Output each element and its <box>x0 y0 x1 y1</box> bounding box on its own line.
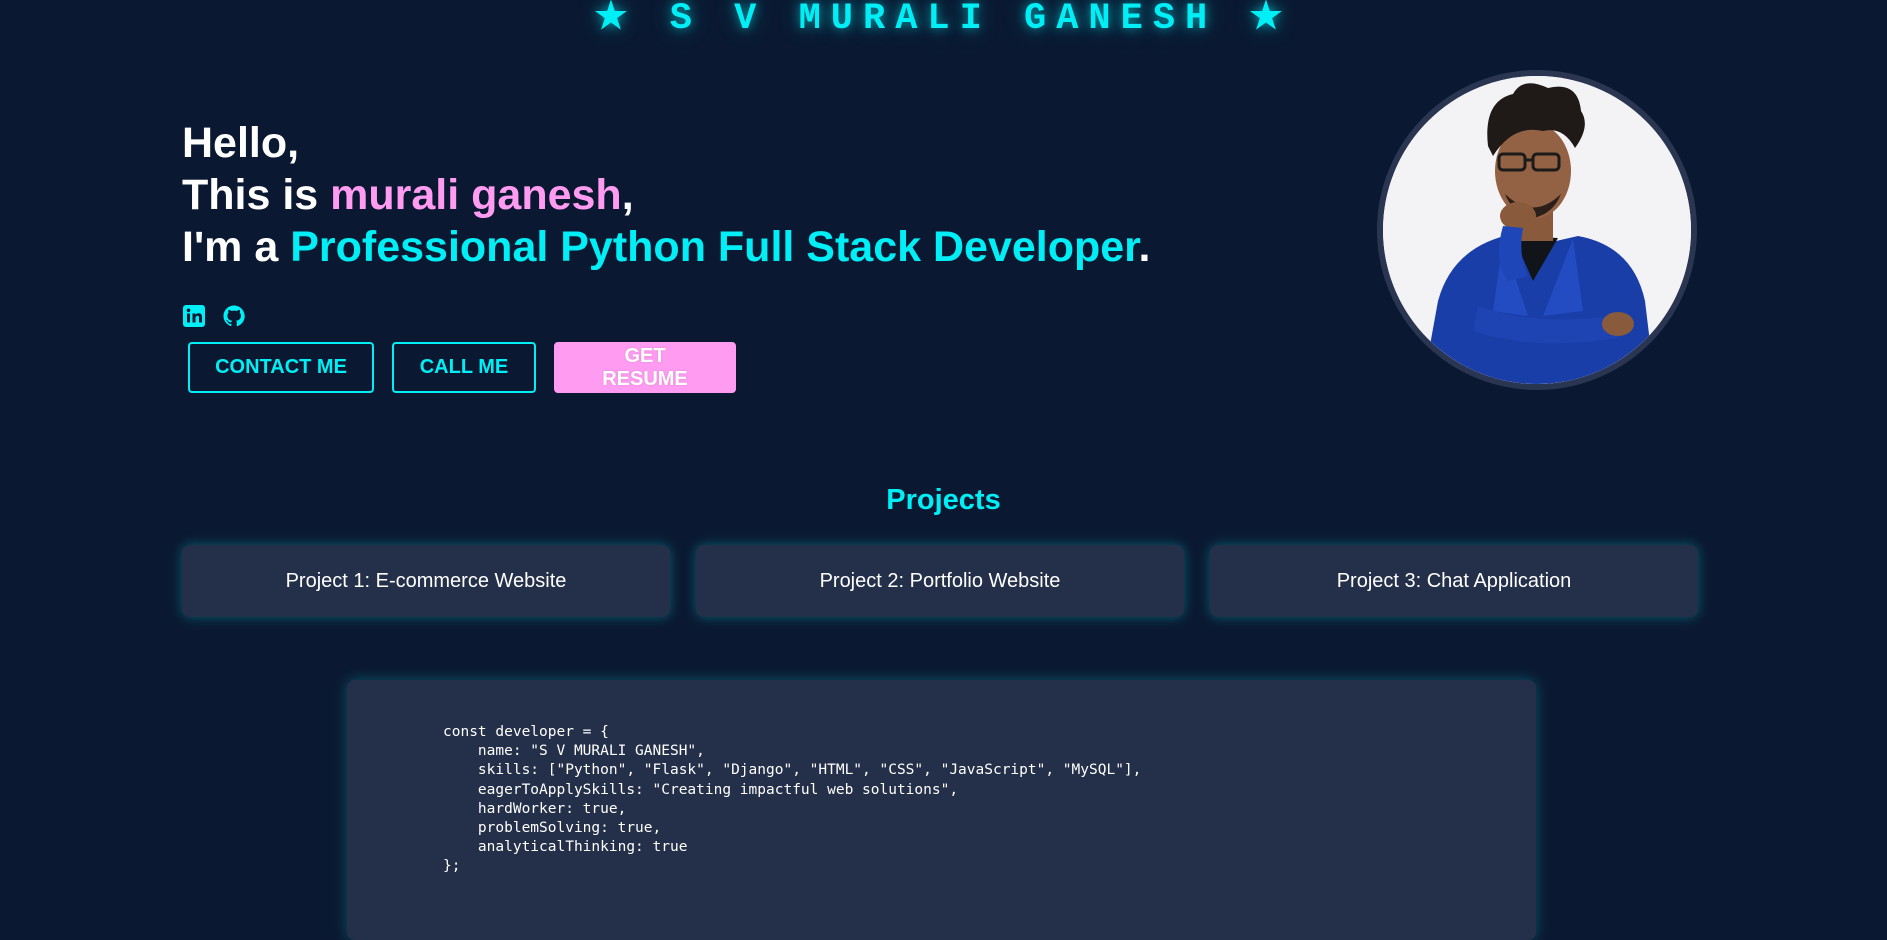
period-text: . <box>1138 223 1151 271</box>
hello-text: Hello, <box>182 119 300 167</box>
contact-me-button[interactable]: CONTACT ME <box>188 342 374 393</box>
code-line: problemSolving: true, <box>443 820 662 837</box>
site-title: ★ S V MURALI GANESH ★ <box>594 0 1293 40</box>
project-card-ecommerce[interactable]: Project 1: E-commerce Website <box>182 545 670 617</box>
get-resume-button[interactable]: GET RESUME <box>554 342 736 393</box>
code-line: eagerToApplySkills: "Creating impactful … <box>443 781 959 798</box>
action-buttons: CONTACT ME CALL ME GET RESUME <box>188 342 736 393</box>
social-links <box>182 304 246 328</box>
code-snippet: const developer = { name: "S V MURALI GA… <box>443 723 1141 877</box>
im-a-text: I'm a <box>182 223 291 271</box>
greeting-line-1: Hello, <box>182 117 1282 169</box>
greeting-line-2: This is murali ganesh, <box>182 169 1282 221</box>
name-highlight: murali ganesh <box>330 171 622 219</box>
profile-photo <box>1377 70 1697 390</box>
project-card-portfolio[interactable]: Project 2: Portfolio Website <box>696 545 1184 617</box>
greeting-line-3: I'm a Professional Python Full Stack Dev… <box>182 221 1282 273</box>
code-line: const developer = { <box>443 724 609 740</box>
github-icon[interactable] <box>222 304 246 328</box>
projects-heading: Projects <box>886 484 1001 516</box>
projects-list: Project 1: E-commerce Website Project 2:… <box>182 545 1698 617</box>
code-line: hardWorker: true, <box>443 800 627 817</box>
role-highlight: Professional Python Full Stack Developer <box>290 223 1139 271</box>
code-snippet-card: const developer = { name: "S V MURALI GA… <box>347 680 1536 940</box>
hero-section: Hello, This is murali ganesh, I'm a Prof… <box>182 117 1282 273</box>
comma-text: , <box>621 171 634 219</box>
this-is-text: This is <box>182 171 331 219</box>
code-line: skills: ["Python", "Flask", "Django", "H… <box>443 762 1142 779</box>
code-line: }; <box>443 858 461 875</box>
linkedin-icon[interactable] <box>182 304 206 328</box>
code-line: analyticalThinking: true <box>443 839 688 856</box>
project-card-chat[interactable]: Project 3: Chat Application <box>1210 545 1698 617</box>
code-line: name: "S V MURALI GANESH", <box>443 743 705 760</box>
call-me-button[interactable]: CALL ME <box>392 342 536 393</box>
